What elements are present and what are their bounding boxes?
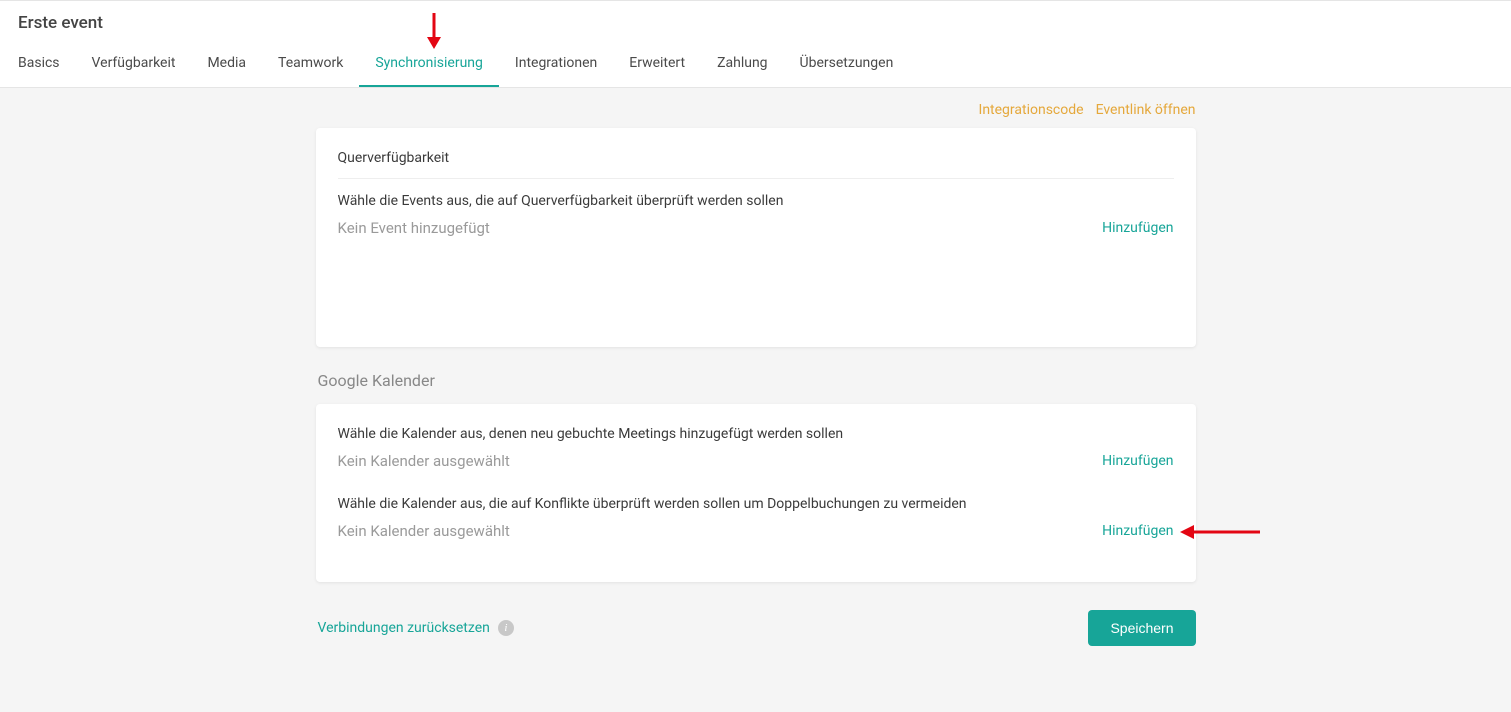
footer-row: Verbindungen zurücksetzen i Speichern [316, 606, 1196, 686]
info-icon: i [498, 620, 514, 636]
tab-synchronisation[interactable]: Synchronisierung [359, 41, 499, 87]
cross-availability-add-button[interactable]: Hinzufügen [1102, 220, 1173, 236]
tab-teamwork[interactable]: Teamwork [262, 41, 359, 87]
reset-connections-label: Verbindungen zurücksetzen [318, 620, 490, 636]
tab-media[interactable]: Media [191, 41, 262, 87]
cross-availability-empty: Kein Event hinzugefügt [338, 219, 490, 237]
google-add-to-description: Wähle die Kalender aus, denen neu gebuch… [338, 426, 1174, 442]
cross-availability-card: Querverfügbarkeit Wähle die Events aus, … [316, 128, 1196, 347]
google-add-to-add-button[interactable]: Hinzufügen [1102, 453, 1173, 469]
tab-bar: Basics Verfügbarkeit Media Teamwork Sync… [0, 41, 1511, 87]
tab-advanced[interactable]: Erweitert [613, 41, 701, 87]
integration-code-link[interactable]: Integrationscode [979, 102, 1084, 118]
google-add-to-empty: Kein Kalender ausgewählt [338, 452, 510, 470]
google-calendar-card: Wähle die Kalender aus, denen neu gebuch… [316, 404, 1196, 582]
tab-integrations[interactable]: Integrationen [499, 41, 613, 87]
cross-availability-description: Wähle die Events aus, die auf Querverfüg… [338, 193, 1174, 209]
tab-payment[interactable]: Zahlung [701, 41, 783, 87]
google-conflict-empty: Kein Kalender ausgewählt [338, 522, 510, 540]
open-event-link[interactable]: Eventlink öffnen [1096, 102, 1196, 118]
save-button[interactable]: Speichern [1088, 610, 1195, 646]
cross-availability-title: Querverfügbarkeit [338, 150, 1174, 179]
reset-connections-link[interactable]: Verbindungen zurücksetzen i [318, 620, 514, 636]
page-header: Erste event Basics Verfügbarkeit Media T… [0, 0, 1511, 88]
tab-translations[interactable]: Übersetzungen [784, 41, 910, 87]
annotation-arrow-left-icon [1180, 524, 1260, 540]
top-links: Integrationscode Eventlink öffnen [316, 88, 1196, 128]
content-area: Integrationscode Eventlink öffnen Querve… [116, 88, 1396, 686]
page-title: Erste event [0, 1, 1511, 41]
google-calendar-heading: Google Kalender [318, 371, 1196, 390]
tab-basics[interactable]: Basics [2, 41, 76, 87]
google-conflict-add-button[interactable]: Hinzufügen [1102, 523, 1173, 539]
tab-availability[interactable]: Verfügbarkeit [76, 41, 192, 87]
google-conflict-description: Wähle die Kalender aus, die auf Konflikt… [338, 496, 1174, 512]
